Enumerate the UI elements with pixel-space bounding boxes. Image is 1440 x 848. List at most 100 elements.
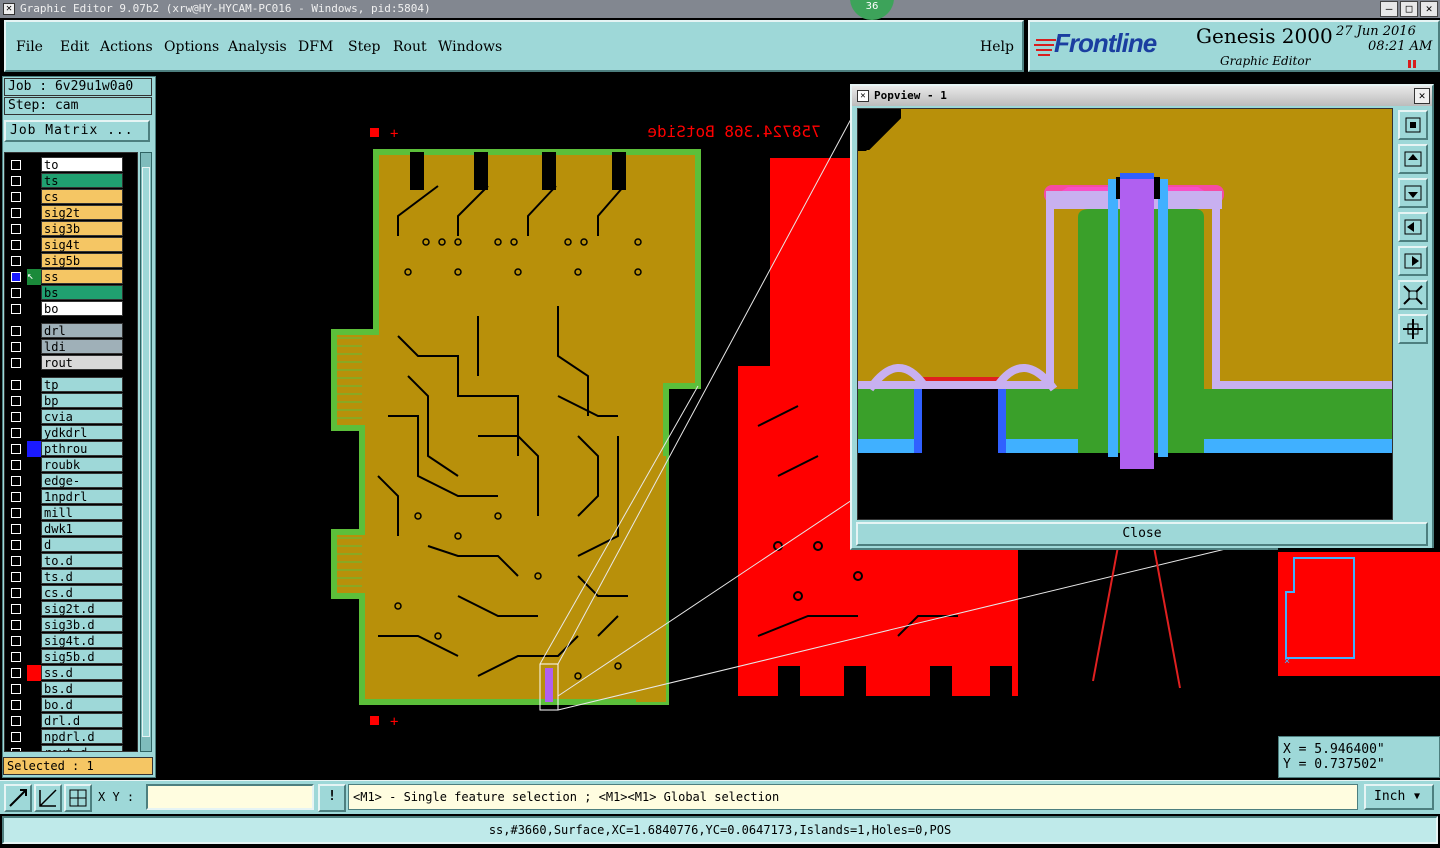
layer-checkbox[interactable] <box>11 160 21 170</box>
menu-windows[interactable]: Windows <box>438 39 502 55</box>
layer-name[interactable]: bo <box>41 301 123 316</box>
layer-row[interactable]: roubk <box>5 457 137 473</box>
layer-checkbox[interactable] <box>11 732 21 742</box>
layer-name[interactable]: bs.d <box>41 681 123 696</box>
minimize-button[interactable]: – <box>1380 1 1398 17</box>
layer-name[interactable]: bo.d <box>41 697 123 712</box>
layer-row[interactable]: cs <box>5 189 137 205</box>
layer-checkbox[interactable] <box>11 652 21 662</box>
layer-checkbox[interactable] <box>11 700 21 710</box>
zoomed-feature-view[interactable] <box>858 109 1393 520</box>
layer-checkbox[interactable] <box>11 476 21 486</box>
drilled-hole-feature[interactable] <box>1120 173 1154 469</box>
layer-checkbox[interactable] <box>11 358 21 368</box>
layer-name[interactable]: ts <box>41 173 123 188</box>
snap-tool-button[interactable] <box>4 784 32 812</box>
menu-options[interactable]: Options <box>164 39 219 55</box>
layer-row[interactable]: tp <box>5 377 137 393</box>
layer-checkbox[interactable] <box>11 636 21 646</box>
layer-name[interactable]: sig2t.d <box>41 601 123 616</box>
layer-name[interactable]: sig3b.d <box>41 617 123 632</box>
layer-name[interactable]: drl <box>41 323 123 338</box>
grid-tool-button[interactable] <box>64 784 92 812</box>
layer-checkbox[interactable] <box>11 460 21 470</box>
layer-row[interactable]: bp <box>5 393 137 409</box>
layer-checkbox[interactable] <box>11 572 21 582</box>
layer-name[interactable]: tp <box>41 377 123 392</box>
layer-row[interactable]: sig2t.d <box>5 601 137 617</box>
popview-canvas[interactable] <box>857 108 1393 520</box>
layer-row[interactable]: drl.d <box>5 713 137 729</box>
alert-icon[interactable]: ! <box>318 784 346 812</box>
layer-checkbox[interactable] <box>11 380 21 390</box>
layer-row[interactable]: ss.d <box>5 665 137 681</box>
scrollbar-thumb[interactable] <box>142 167 150 737</box>
close-window-button[interactable]: ✕ <box>1420 1 1438 17</box>
maximize-button[interactable]: □ <box>1400 1 1418 17</box>
layer-row[interactable]: sig4t.d <box>5 633 137 649</box>
layer-checkbox[interactable] <box>11 556 21 566</box>
layer-name[interactable]: bs <box>41 285 123 300</box>
layer-row[interactable]: bo.d <box>5 697 137 713</box>
measure-tool-button[interactable] <box>34 784 62 812</box>
menu-actions[interactable]: Actions <box>100 39 153 55</box>
layer-row[interactable]: ldi <box>5 339 137 355</box>
layer-name[interactable]: d <box>41 537 123 552</box>
popview-pan-up-button[interactable] <box>1398 144 1428 174</box>
layer-name[interactable]: sig5b.d <box>41 649 123 664</box>
layer-row[interactable]: sig2t <box>5 205 137 221</box>
layer-checkbox[interactable] <box>11 748 21 751</box>
layer-checkbox[interactable] <box>11 272 21 282</box>
layer-row[interactable]: drl <box>5 323 137 339</box>
menu-edit[interactable]: Edit <box>60 39 89 55</box>
layer-name[interactable]: cs <box>41 189 123 204</box>
layer-row[interactable]: pthrou <box>5 441 137 457</box>
selected-feature[interactable] <box>545 668 553 702</box>
layer-row[interactable]: ts.d <box>5 569 137 585</box>
popview-pan-right-button[interactable] <box>1398 246 1428 276</box>
layer-row[interactable]: sig3b.d <box>5 617 137 633</box>
layer-row[interactable]: 1npdrl <box>5 489 137 505</box>
layer-name[interactable]: ldi <box>41 339 123 354</box>
popview-zoom-in-button[interactable] <box>1398 314 1428 344</box>
layer-row[interactable]: ydkdrl <box>5 425 137 441</box>
layer-name[interactable]: mill <box>41 505 123 520</box>
unit-selector[interactable]: Inch ▼ <box>1364 784 1434 810</box>
layer-name[interactable]: to <box>41 157 123 172</box>
layer-row[interactable]: rout.d <box>5 745 137 751</box>
popview-fit-button[interactable] <box>1398 110 1428 140</box>
layer-checkbox[interactable] <box>11 524 21 534</box>
layer-name[interactable]: pthrou <box>41 441 123 456</box>
layer-row[interactable]: rout <box>5 355 137 371</box>
layer-row[interactable]: to.d <box>5 553 137 569</box>
layer-row[interactable]: npdrl.d <box>5 729 137 745</box>
layer-row[interactable]: edge-plated <box>5 473 137 503</box>
layer-name[interactable]: ss <box>41 269 123 284</box>
layer-name[interactable]: ts.d <box>41 569 123 584</box>
popview-pan-down-button[interactable] <box>1398 178 1428 208</box>
layer-checkbox[interactable] <box>11 508 21 518</box>
overview-map[interactable]: × <box>1278 548 1440 732</box>
layer-name[interactable]: ydkdrl <box>41 425 123 440</box>
layer-checkbox[interactable] <box>11 326 21 336</box>
layer-checkbox[interactable] <box>11 620 21 630</box>
layer-name[interactable]: sig4t <box>41 237 123 252</box>
xy-input[interactable] <box>146 784 314 810</box>
layer-name[interactable]: npdrl.d <box>41 729 123 744</box>
pause-icon[interactable] <box>1408 60 1416 68</box>
popview-close-button[interactable]: Close <box>856 522 1428 546</box>
layer-row[interactable]: ts <box>5 173 137 189</box>
layer-checkbox[interactable] <box>11 176 21 186</box>
layer-checkbox[interactable] <box>11 192 21 202</box>
layer-row[interactable]: sig5b.d <box>5 649 137 665</box>
menu-help[interactable]: Help <box>980 39 1014 55</box>
layer-name[interactable]: bp <box>41 393 123 408</box>
layer-row[interactable]: cs.d <box>5 585 137 601</box>
layer-name[interactable]: roubk <box>41 457 123 472</box>
layer-checkbox[interactable] <box>11 540 21 550</box>
layer-name[interactable]: cvia <box>41 409 123 424</box>
layer-name[interactable]: drl.d <box>41 713 123 728</box>
layer-name[interactable]: ss.d <box>41 665 123 680</box>
layer-checkbox[interactable] <box>11 428 21 438</box>
layer-row[interactable]: cvia <box>5 409 137 425</box>
